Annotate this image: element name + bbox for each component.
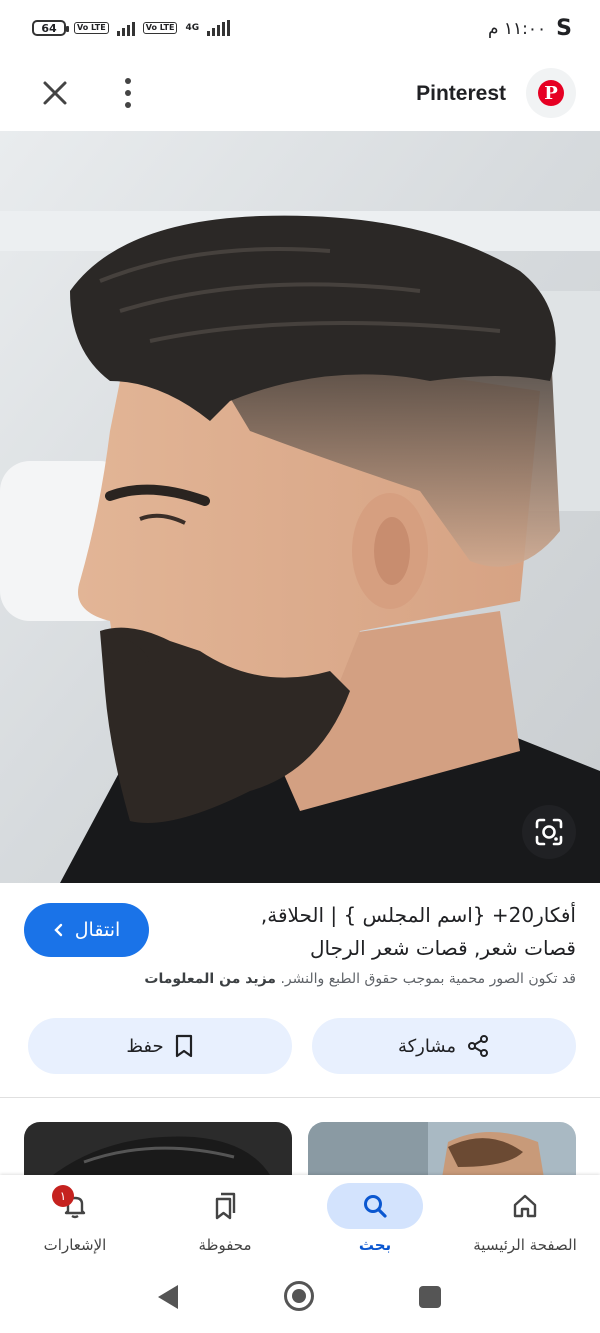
more-info-link[interactable]: مزيد من المعلومات bbox=[144, 971, 276, 987]
status-bar: 64 Vo LTE Vo LTE 4G ١١:٠٠ م S bbox=[0, 0, 600, 60]
nav-notifications-label: الإشعارات bbox=[43, 1236, 107, 1254]
search-icon bbox=[364, 1195, 387, 1218]
related-image[interactable] bbox=[24, 1122, 292, 1177]
signal-icon bbox=[116, 20, 135, 36]
battery-indicator: 64 bbox=[32, 20, 69, 36]
save-button[interactable]: حفظ bbox=[28, 1018, 292, 1074]
bookmarks-icon bbox=[215, 1192, 236, 1220]
action-buttons: مشاركة حفظ bbox=[28, 1018, 576, 1074]
share-button[interactable]: مشاركة bbox=[312, 1018, 576, 1074]
signal-icon-2 bbox=[207, 20, 231, 36]
result-info: أفكار20+ {اسم المجلس } | الحلاقة, قصات ش… bbox=[0, 883, 600, 1098]
close-icon[interactable] bbox=[38, 76, 72, 110]
copyright-notice: قد تكون الصور محمية بموجب حقوق الطبع وال… bbox=[144, 971, 576, 987]
nav-notifications[interactable]: ١ الإشعارات bbox=[0, 1175, 150, 1267]
bookmark-icon bbox=[175, 1034, 192, 1058]
system-home-icon[interactable] bbox=[284, 1281, 314, 1311]
bottom-navigation: الصفحة الرئيسية بحث محفوظة ١ الإشعارات bbox=[0, 1175, 600, 1267]
top-bar: Pinterest P bbox=[0, 60, 600, 130]
result-image[interactable] bbox=[0, 131, 600, 883]
volte-badge: Vo LTE bbox=[74, 22, 109, 34]
nav-saved[interactable]: محفوظة bbox=[150, 1175, 300, 1267]
nav-home[interactable]: الصفحة الرئيسية bbox=[450, 1175, 600, 1267]
man-haircut-illustration bbox=[0, 131, 600, 883]
pinterest-logo-icon: P bbox=[538, 80, 564, 106]
site-name[interactable]: Pinterest bbox=[416, 82, 506, 106]
visit-button[interactable]: انتقال bbox=[24, 903, 149, 957]
share-label: مشاركة bbox=[397, 1035, 457, 1057]
clock: ١١:٠٠ م bbox=[487, 18, 547, 39]
copyright-text: قد تكون الصور محمية بموجب حقوق الطبع وال… bbox=[280, 971, 576, 987]
network-type: 4G bbox=[185, 23, 200, 33]
nav-home-pill bbox=[477, 1183, 573, 1229]
s-icon: S bbox=[556, 16, 572, 41]
lens-icon bbox=[535, 818, 563, 846]
visit-label: انتقال bbox=[74, 919, 121, 941]
status-right: ١١:٠٠ م S bbox=[488, 16, 572, 41]
google-lens-button[interactable] bbox=[522, 805, 576, 859]
nav-saved-pill bbox=[177, 1183, 273, 1229]
volte-badge-2: Vo LTE bbox=[142, 22, 178, 34]
divider bbox=[0, 1097, 600, 1098]
system-navigation bbox=[0, 1267, 600, 1333]
related-images bbox=[24, 1122, 576, 1177]
more-vert-icon[interactable] bbox=[118, 78, 138, 108]
back-icon[interactable] bbox=[158, 1285, 178, 1309]
nav-saved-label: محفوظة bbox=[198, 1236, 252, 1254]
recent-apps-icon[interactable] bbox=[419, 1286, 441, 1308]
chevron-left-icon bbox=[54, 923, 62, 937]
nav-search-pill bbox=[327, 1183, 423, 1229]
nav-home-label: الصفحة الرئيسية bbox=[473, 1236, 577, 1254]
nav-search-label: بحث bbox=[358, 1236, 392, 1254]
status-left: 64 Vo LTE Vo LTE 4G bbox=[32, 20, 231, 36]
site-logo-button[interactable]: P bbox=[526, 68, 576, 118]
home-icon bbox=[513, 1194, 537, 1218]
nav-notifications-pill bbox=[27, 1183, 123, 1229]
save-label: حفظ bbox=[126, 1035, 164, 1057]
result-title[interactable]: أفكار20+ {اسم المجلس } | الحلاقة, قصات ش… bbox=[216, 899, 576, 965]
notification-badge: ١ bbox=[52, 1185, 74, 1207]
related-image[interactable] bbox=[308, 1122, 576, 1177]
share-icon bbox=[468, 1035, 489, 1057]
nav-search[interactable]: بحث bbox=[300, 1175, 450, 1267]
